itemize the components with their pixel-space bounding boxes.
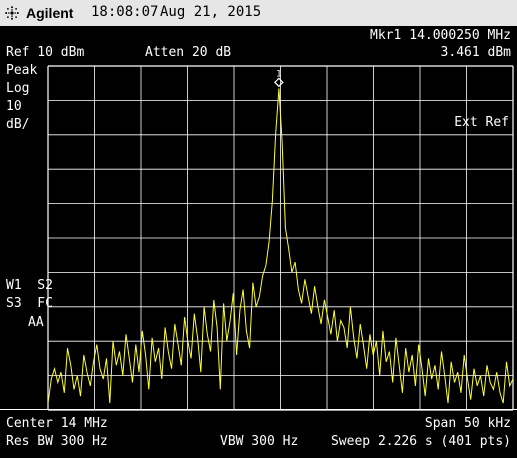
clock-date: Aug 21, 2015 — [160, 4, 262, 20]
video-bandwidth: VBW 300 Hz — [220, 434, 299, 449]
title-bar: Agilent 18:08:07 Aug 21, 2015 — [0, 0, 517, 27]
brand-name: Agilent — [26, 5, 74, 21]
span-setting: Span 50 kHz — [424, 416, 511, 431]
analyzer-screen: Mkr1 14.000250 MHz 3.461 dBm Ref 10 dBm … — [0, 26, 517, 458]
marker-number: 1 — [276, 69, 281, 79]
center-frequency: Center 14 MHz — [6, 416, 108, 431]
clock-time: 18:08:07 — [91, 4, 159, 20]
sweep-time: Sweep 2.226 s (401 pts) — [330, 434, 511, 449]
footer-divider — [0, 409, 517, 410]
marker-1: 1 — [274, 69, 284, 88]
spectrum-plot: 1 — [47, 65, 514, 411]
resolution-bandwidth: Res BW 300 Hz — [6, 434, 108, 449]
agilent-spark-icon — [5, 6, 19, 20]
marker-diamond-icon — [274, 77, 284, 88]
brand-logo: Agilent — [4, 3, 73, 23]
